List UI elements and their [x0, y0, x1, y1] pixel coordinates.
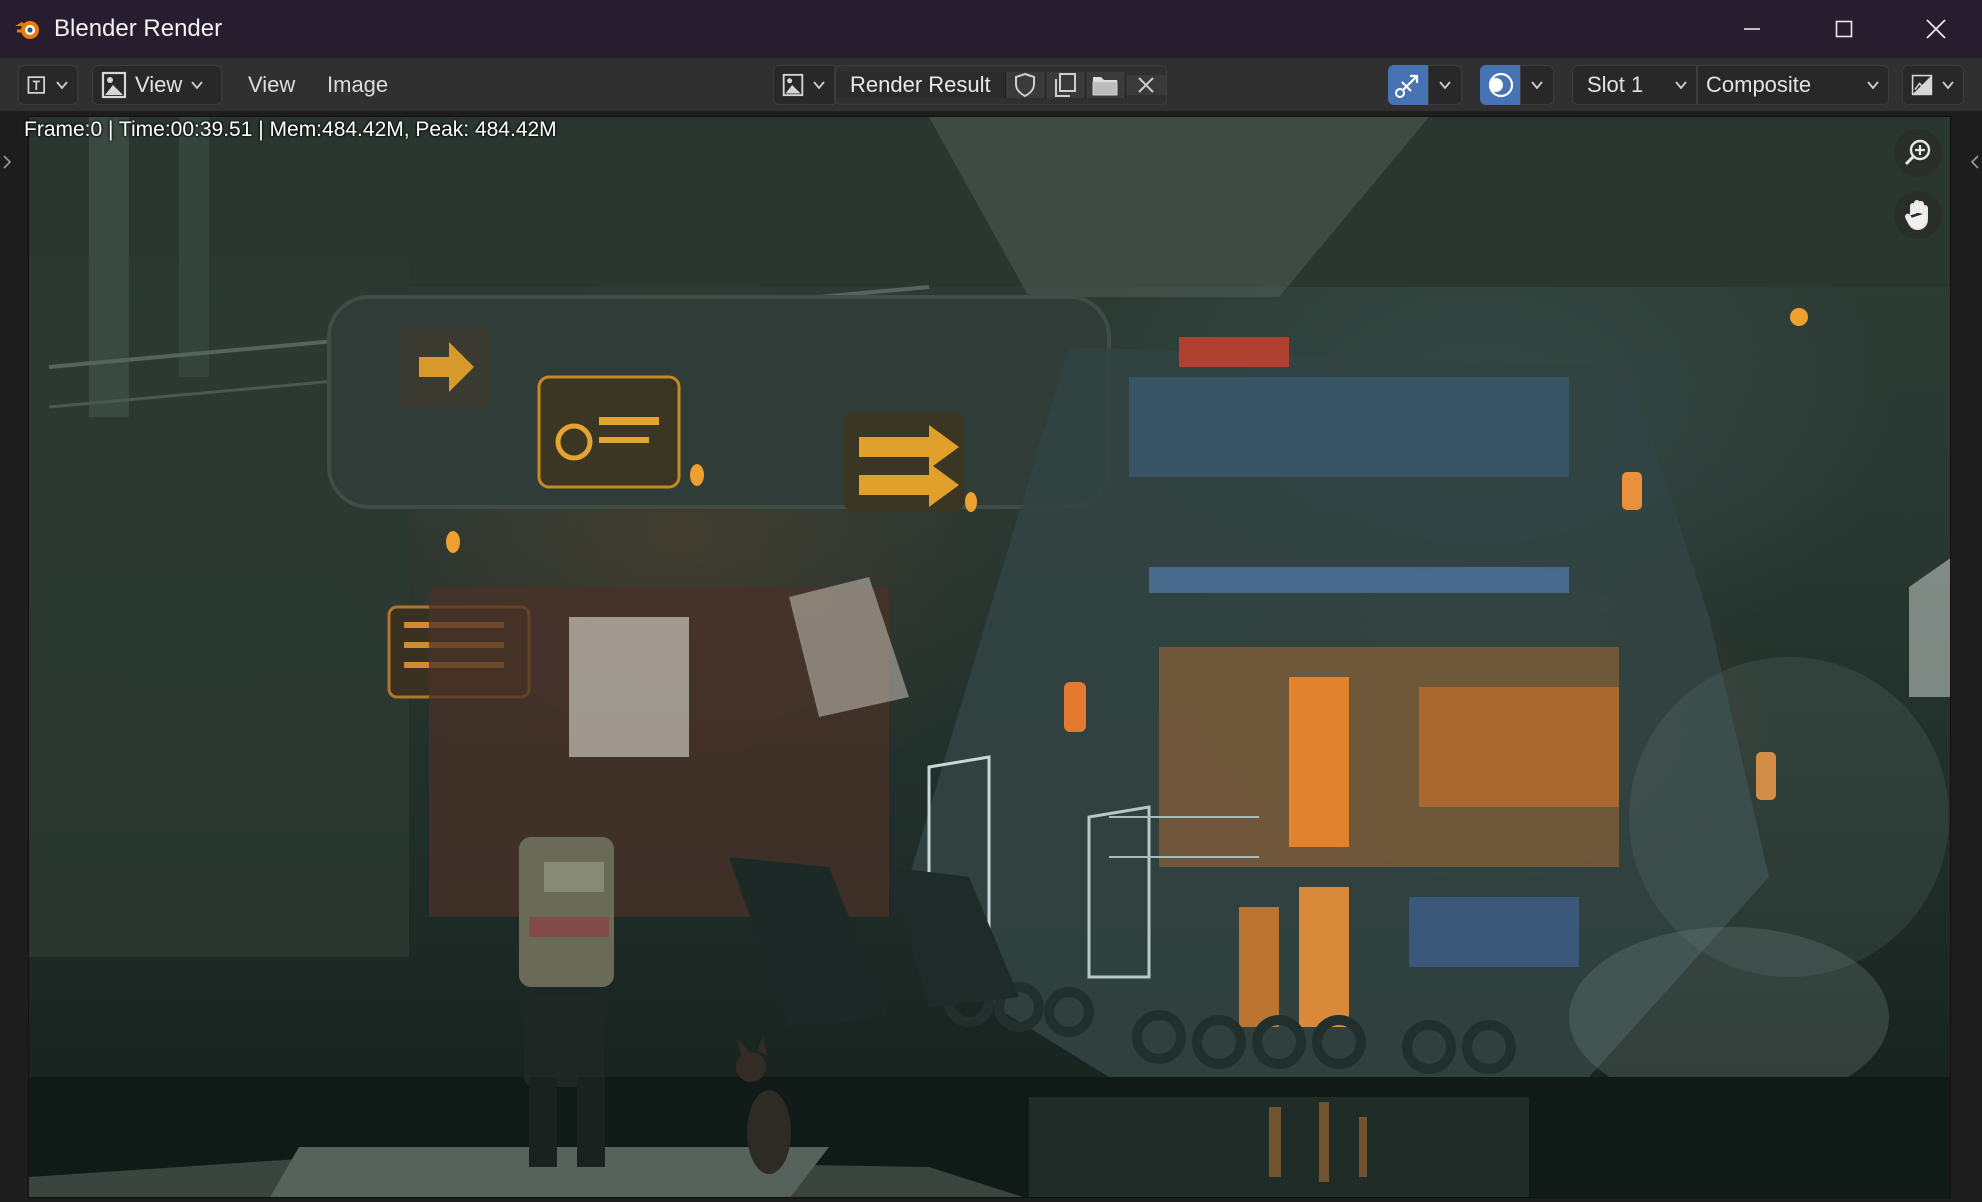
- chevron-down-icon: [1530, 78, 1544, 92]
- blender-logo-icon: [12, 13, 44, 45]
- chevron-down-icon: [1866, 78, 1880, 92]
- render-slot-dropdown[interactable]: Slot 1: [1572, 65, 1697, 105]
- toolbar-region-toggle[interactable]: [0, 142, 14, 182]
- overlay-icon: [1488, 72, 1514, 98]
- open-image-button[interactable]: [1085, 72, 1126, 98]
- chevron-left-icon: [1970, 155, 1979, 169]
- display-channels-dropdown[interactable]: [1902, 65, 1964, 105]
- image-icon: [101, 71, 127, 99]
- maximize-button[interactable]: [1798, 0, 1890, 58]
- view-mode-label: View: [135, 72, 183, 97]
- unlink-image-button[interactable]: [1125, 75, 1166, 95]
- menu-image[interactable]: Image: [313, 65, 402, 105]
- image-name-field[interactable]: Render Result: [836, 72, 1006, 98]
- render-layer-label: Composite: [1706, 72, 1812, 97]
- window-title: Blender Render: [54, 15, 223, 42]
- image-editor-icon: [27, 76, 45, 94]
- fake-user-button[interactable]: [1005, 72, 1046, 98]
- chevron-down-icon: [55, 78, 69, 92]
- chevron-down-icon: [190, 78, 204, 92]
- image-browse-dropdown[interactable]: [773, 65, 835, 105]
- close-icon: [1137, 77, 1154, 93]
- folder-icon: [1092, 77, 1118, 96]
- render-result-image[interactable]: [28, 116, 1951, 1198]
- menu-view[interactable]: View: [234, 65, 309, 105]
- render-scene: [29, 117, 1950, 1197]
- sidebar-region-toggle[interactable]: [1968, 142, 1982, 182]
- image-editor-header: View View Image Render Result Slot 1 Com…: [0, 58, 1982, 112]
- minimize-button[interactable]: [1706, 0, 1798, 58]
- render-slot-label: Slot 1: [1587, 72, 1644, 97]
- duplicate-image-button[interactable]: [1045, 72, 1086, 98]
- chevron-down-icon: [1674, 78, 1688, 92]
- chevron-down-icon: [1941, 78, 1955, 92]
- image-datablock: Render Result: [835, 65, 1167, 105]
- shield-icon: [1015, 72, 1036, 98]
- view-mode-dropdown[interactable]: View: [92, 65, 222, 105]
- render-layer-dropdown[interactable]: Composite: [1697, 65, 1889, 105]
- window-controls: [1706, 0, 1982, 58]
- image-browse-icon: [782, 73, 804, 97]
- pan-gizmo[interactable]: [1894, 191, 1942, 239]
- maximize-icon: [1835, 20, 1853, 38]
- editor-type-dropdown[interactable]: [18, 65, 78, 105]
- gizmo-icon: [1395, 74, 1419, 98]
- minimize-icon: [1744, 28, 1760, 30]
- overlay-toggle-group: [1480, 65, 1554, 105]
- chevron-down-icon: [812, 78, 826, 92]
- gizmo-toggle-group: [1388, 65, 1462, 105]
- gizmo-toggle-button[interactable]: [1388, 65, 1428, 105]
- close-icon: [1926, 19, 1946, 39]
- chevron-down-icon: [1438, 78, 1452, 92]
- image-editor-region: Frame:0 | Time:00:39.51 | Mem:484.42M, P…: [0, 112, 1982, 1202]
- close-window-button[interactable]: [1890, 0, 1982, 58]
- title-bar: Blender Render: [0, 0, 1982, 58]
- chevron-right-icon: [3, 155, 12, 169]
- copy-icon: [1055, 73, 1077, 97]
- overlay-toggle-button[interactable]: [1480, 65, 1520, 105]
- overlay-options-dropdown[interactable]: [1520, 65, 1554, 105]
- zoom-icon: [1904, 139, 1931, 166]
- zoom-gizmo[interactable]: [1894, 129, 1942, 177]
- display-channels-icon: [1911, 74, 1933, 96]
- render-info-text: Frame:0 | Time:00:39.51 | Mem:484.42M, P…: [24, 118, 557, 141]
- hand-icon: [1905, 200, 1928, 231]
- gizmo-options-dropdown[interactable]: [1428, 65, 1462, 105]
